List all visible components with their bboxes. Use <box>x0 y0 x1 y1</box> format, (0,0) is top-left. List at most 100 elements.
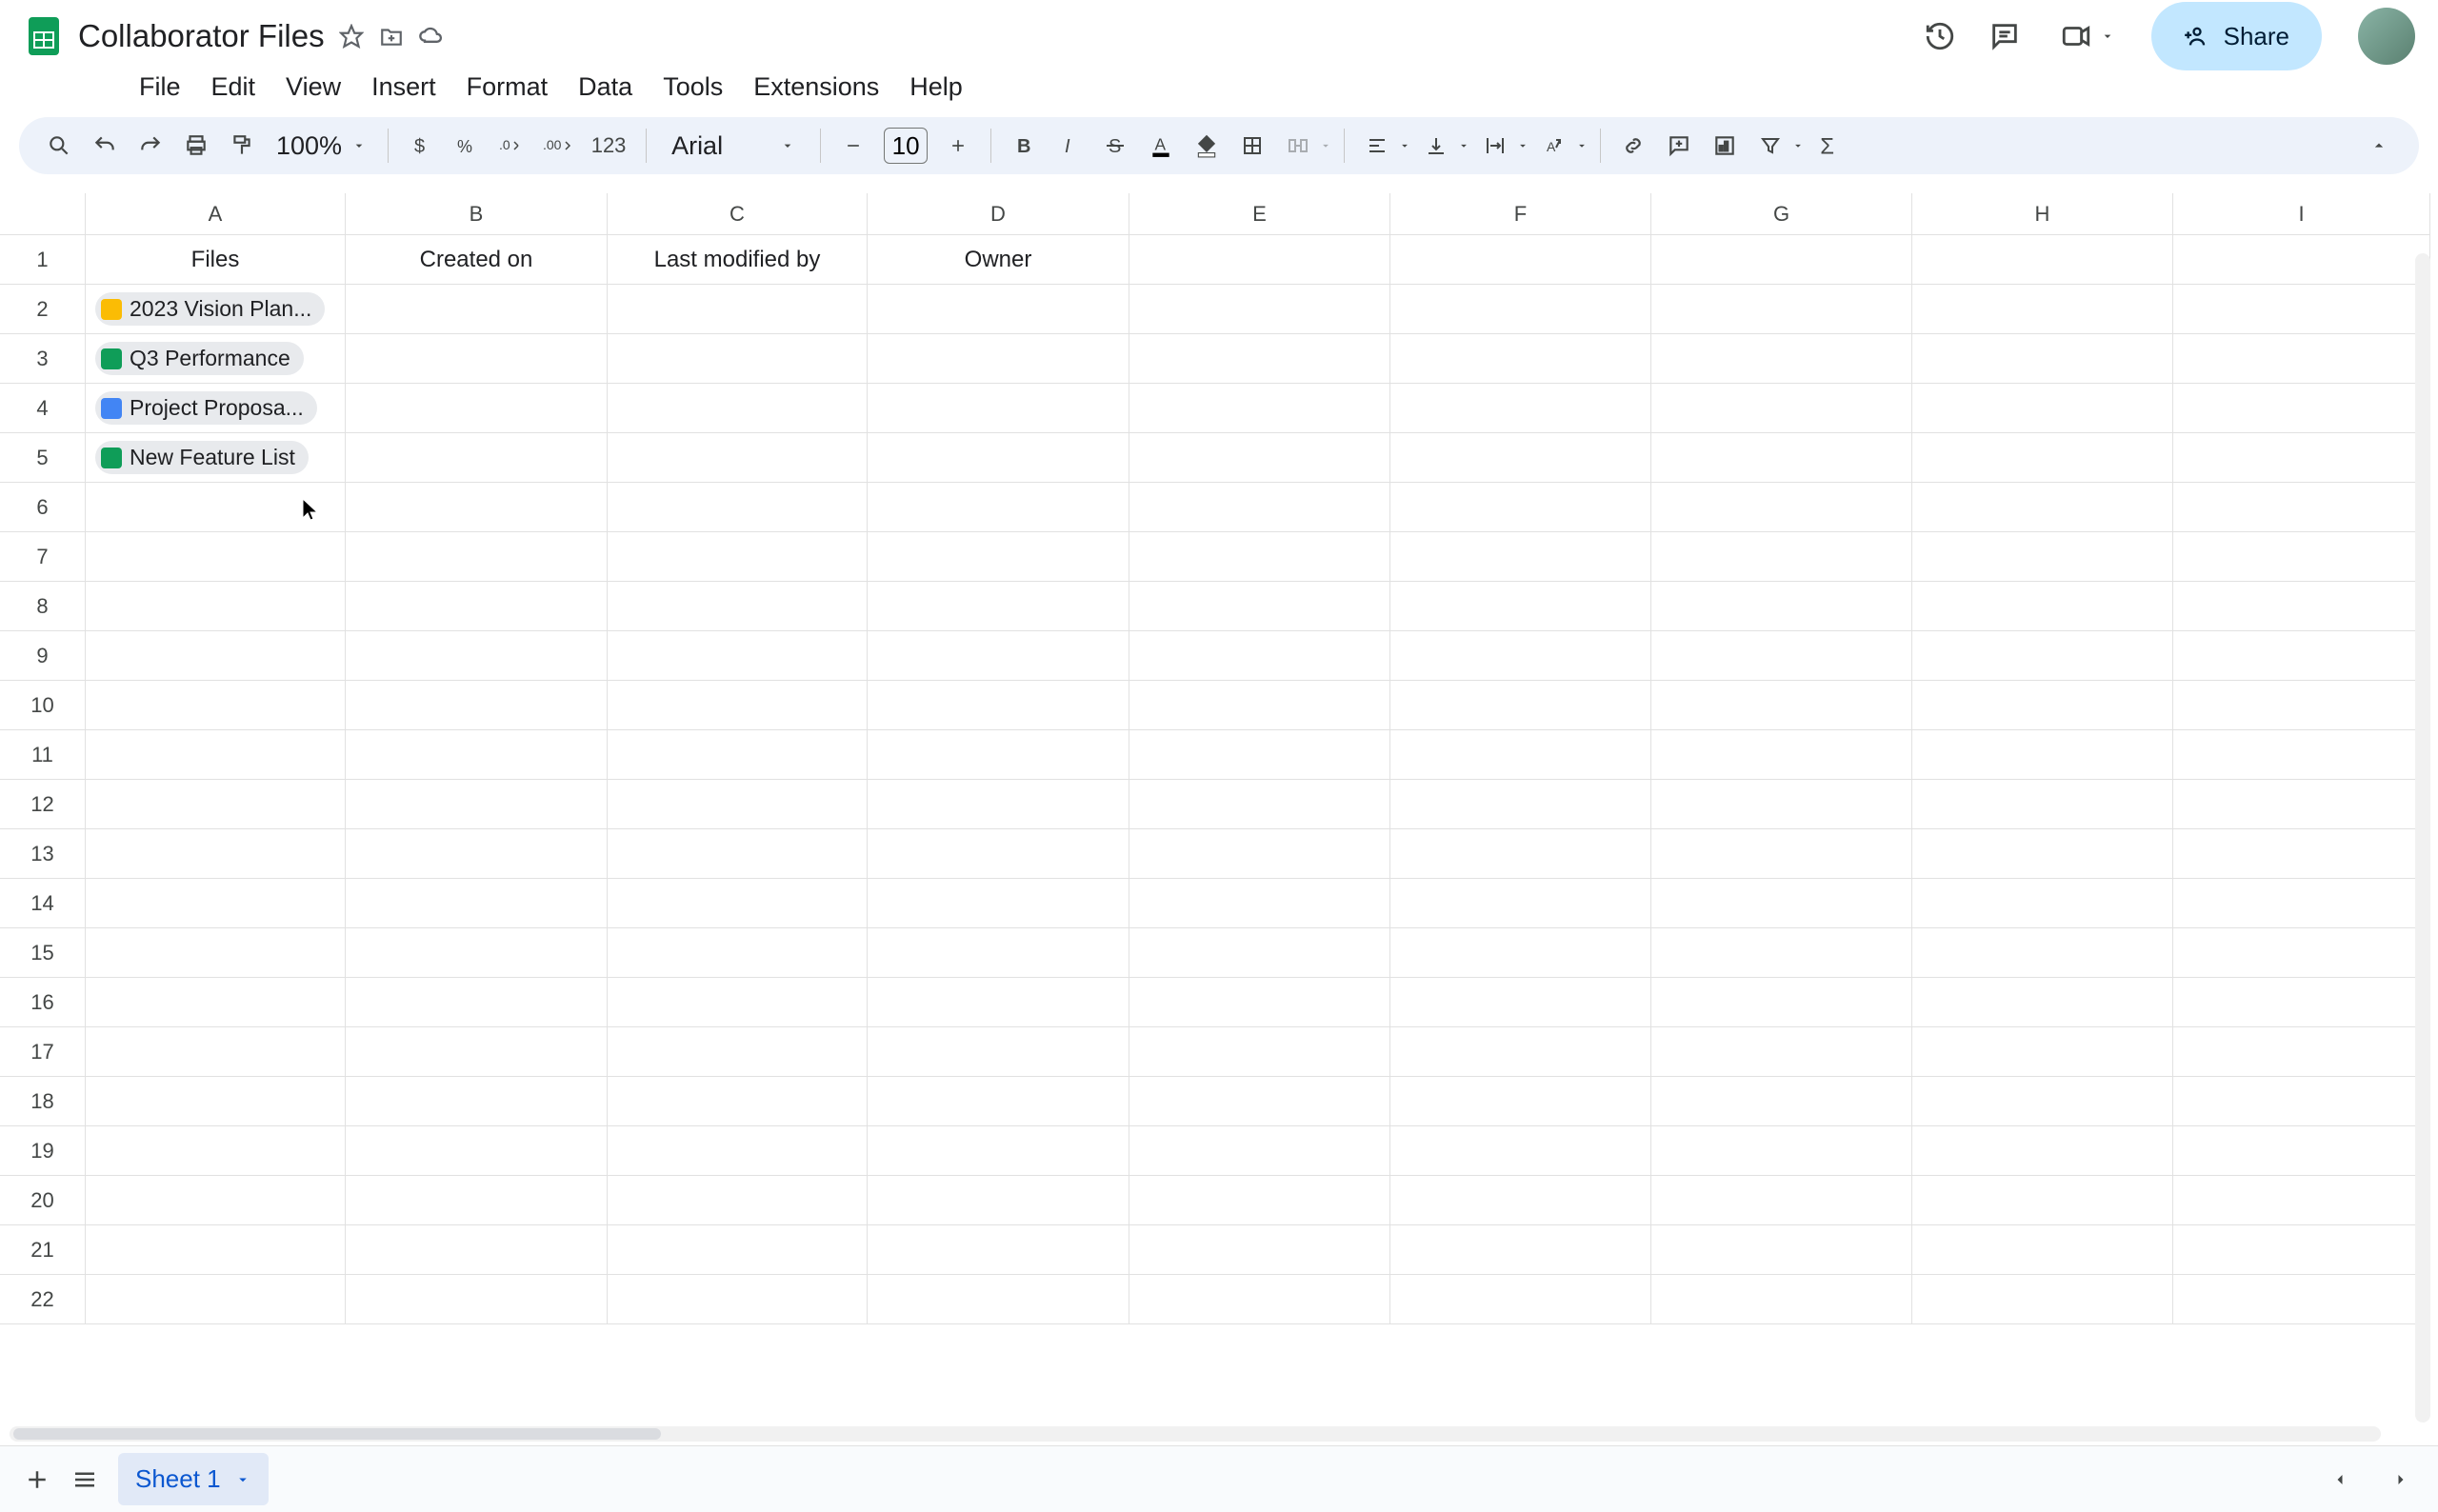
menu-file[interactable]: File <box>124 67 196 108</box>
cell-F4[interactable] <box>1390 384 1651 433</box>
cell-B15[interactable] <box>346 928 608 978</box>
cell-A5[interactable]: New Feature List <box>86 433 346 483</box>
cell-F10[interactable] <box>1390 681 1651 730</box>
row-header-20[interactable]: 20 <box>0 1176 86 1225</box>
h-align-dropdown[interactable] <box>1356 125 1411 167</box>
row-header-22[interactable]: 22 <box>0 1275 86 1324</box>
cell-D5[interactable] <box>868 433 1129 483</box>
filter-dropdown[interactable] <box>1749 125 1805 167</box>
cell-B9[interactable] <box>346 631 608 681</box>
cell-B12[interactable] <box>346 780 608 829</box>
col-header-C[interactable]: C <box>608 193 868 235</box>
cell-I10[interactable] <box>2173 681 2430 730</box>
cell-E7[interactable] <box>1129 532 1390 582</box>
col-header-G[interactable]: G <box>1651 193 1912 235</box>
select-all-corner[interactable] <box>0 193 86 235</box>
cell-E12[interactable] <box>1129 780 1390 829</box>
cell-I3[interactable] <box>2173 334 2430 384</box>
cell-D8[interactable] <box>868 582 1129 631</box>
cell-C4[interactable] <box>608 384 868 433</box>
file-chip[interactable]: Project Proposa... <box>95 391 317 425</box>
cell-A7[interactable] <box>86 532 346 582</box>
cell-F3[interactable] <box>1390 334 1651 384</box>
cell-D19[interactable] <box>868 1126 1129 1176</box>
cell-A12[interactable] <box>86 780 346 829</box>
cell-I16[interactable] <box>2173 978 2430 1027</box>
cell-H3[interactable] <box>1912 334 2173 384</box>
col-header-D[interactable]: D <box>868 193 1129 235</box>
cell-B6[interactable] <box>346 483 608 532</box>
menu-view[interactable]: View <box>270 67 356 108</box>
cell-D15[interactable] <box>868 928 1129 978</box>
cell-I9[interactable] <box>2173 631 2430 681</box>
cell-F5[interactable] <box>1390 433 1651 483</box>
cell-G20[interactable] <box>1651 1176 1912 1225</box>
cell-A21[interactable] <box>86 1225 346 1275</box>
cell-C21[interactable] <box>608 1225 868 1275</box>
add-sheet-icon[interactable] <box>13 1456 61 1503</box>
print-icon[interactable] <box>175 125 217 167</box>
cell-E4[interactable] <box>1129 384 1390 433</box>
cell-H4[interactable] <box>1912 384 2173 433</box>
cell-F6[interactable] <box>1390 483 1651 532</box>
cell-B1[interactable]: Created on <box>346 235 608 285</box>
col-header-A[interactable]: A <box>86 193 346 235</box>
strikethrough-icon[interactable]: S <box>1094 125 1136 167</box>
cell-C11[interactable] <box>608 730 868 780</box>
cell-H22[interactable] <box>1912 1275 2173 1324</box>
cell-E18[interactable] <box>1129 1077 1390 1126</box>
cell-A10[interactable] <box>86 681 346 730</box>
cell-E14[interactable] <box>1129 879 1390 928</box>
cell-C13[interactable] <box>608 829 868 879</box>
cell-G8[interactable] <box>1651 582 1912 631</box>
cell-C22[interactable] <box>608 1275 868 1324</box>
cell-D9[interactable] <box>868 631 1129 681</box>
search-icon[interactable] <box>38 125 80 167</box>
cell-F20[interactable] <box>1390 1176 1651 1225</box>
cell-H8[interactable] <box>1912 582 2173 631</box>
redo-icon[interactable] <box>130 125 171 167</box>
cell-H17[interactable] <box>1912 1027 2173 1077</box>
cell-H16[interactable] <box>1912 978 2173 1027</box>
cell-G14[interactable] <box>1651 879 1912 928</box>
text-color-icon[interactable]: A <box>1140 125 1182 167</box>
col-header-F[interactable]: F <box>1390 193 1651 235</box>
cell-C12[interactable] <box>608 780 868 829</box>
cell-G2[interactable] <box>1651 285 1912 334</box>
cell-C18[interactable] <box>608 1077 868 1126</box>
decrease-fontsize-icon[interactable] <box>832 125 874 167</box>
cell-B16[interactable] <box>346 978 608 1027</box>
row-header-13[interactable]: 13 <box>0 829 86 879</box>
cell-E6[interactable] <box>1129 483 1390 532</box>
cell-C15[interactable] <box>608 928 868 978</box>
cell-E10[interactable] <box>1129 681 1390 730</box>
row-header-15[interactable]: 15 <box>0 928 86 978</box>
cell-H21[interactable] <box>1912 1225 2173 1275</box>
vertical-scrollbar[interactable] <box>2415 253 2430 1422</box>
cell-C3[interactable] <box>608 334 868 384</box>
cell-E22[interactable] <box>1129 1275 1390 1324</box>
cell-A1[interactable]: Files <box>86 235 346 285</box>
cell-F15[interactable] <box>1390 928 1651 978</box>
cell-A16[interactable] <box>86 978 346 1027</box>
sheets-logo[interactable] <box>23 15 65 57</box>
row-header-1[interactable]: 1 <box>0 235 86 285</box>
bold-icon[interactable]: B <box>1003 125 1045 167</box>
decrease-decimal-icon[interactable]: .0 <box>491 125 533 167</box>
col-header-B[interactable]: B <box>346 193 608 235</box>
cell-F17[interactable] <box>1390 1027 1651 1077</box>
cell-D16[interactable] <box>868 978 1129 1027</box>
cell-E3[interactable] <box>1129 334 1390 384</box>
tab-scroll-right-icon[interactable] <box>2377 1456 2425 1503</box>
cell-B10[interactable] <box>346 681 608 730</box>
cell-G16[interactable] <box>1651 978 1912 1027</box>
cell-H13[interactable] <box>1912 829 2173 879</box>
cell-I19[interactable] <box>2173 1126 2430 1176</box>
borders-icon[interactable] <box>1231 125 1273 167</box>
cell-G1[interactable] <box>1651 235 1912 285</box>
cell-D18[interactable] <box>868 1077 1129 1126</box>
col-header-I[interactable]: I <box>2173 193 2430 235</box>
cell-I15[interactable] <box>2173 928 2430 978</box>
cell-C20[interactable] <box>608 1176 868 1225</box>
cell-I12[interactable] <box>2173 780 2430 829</box>
